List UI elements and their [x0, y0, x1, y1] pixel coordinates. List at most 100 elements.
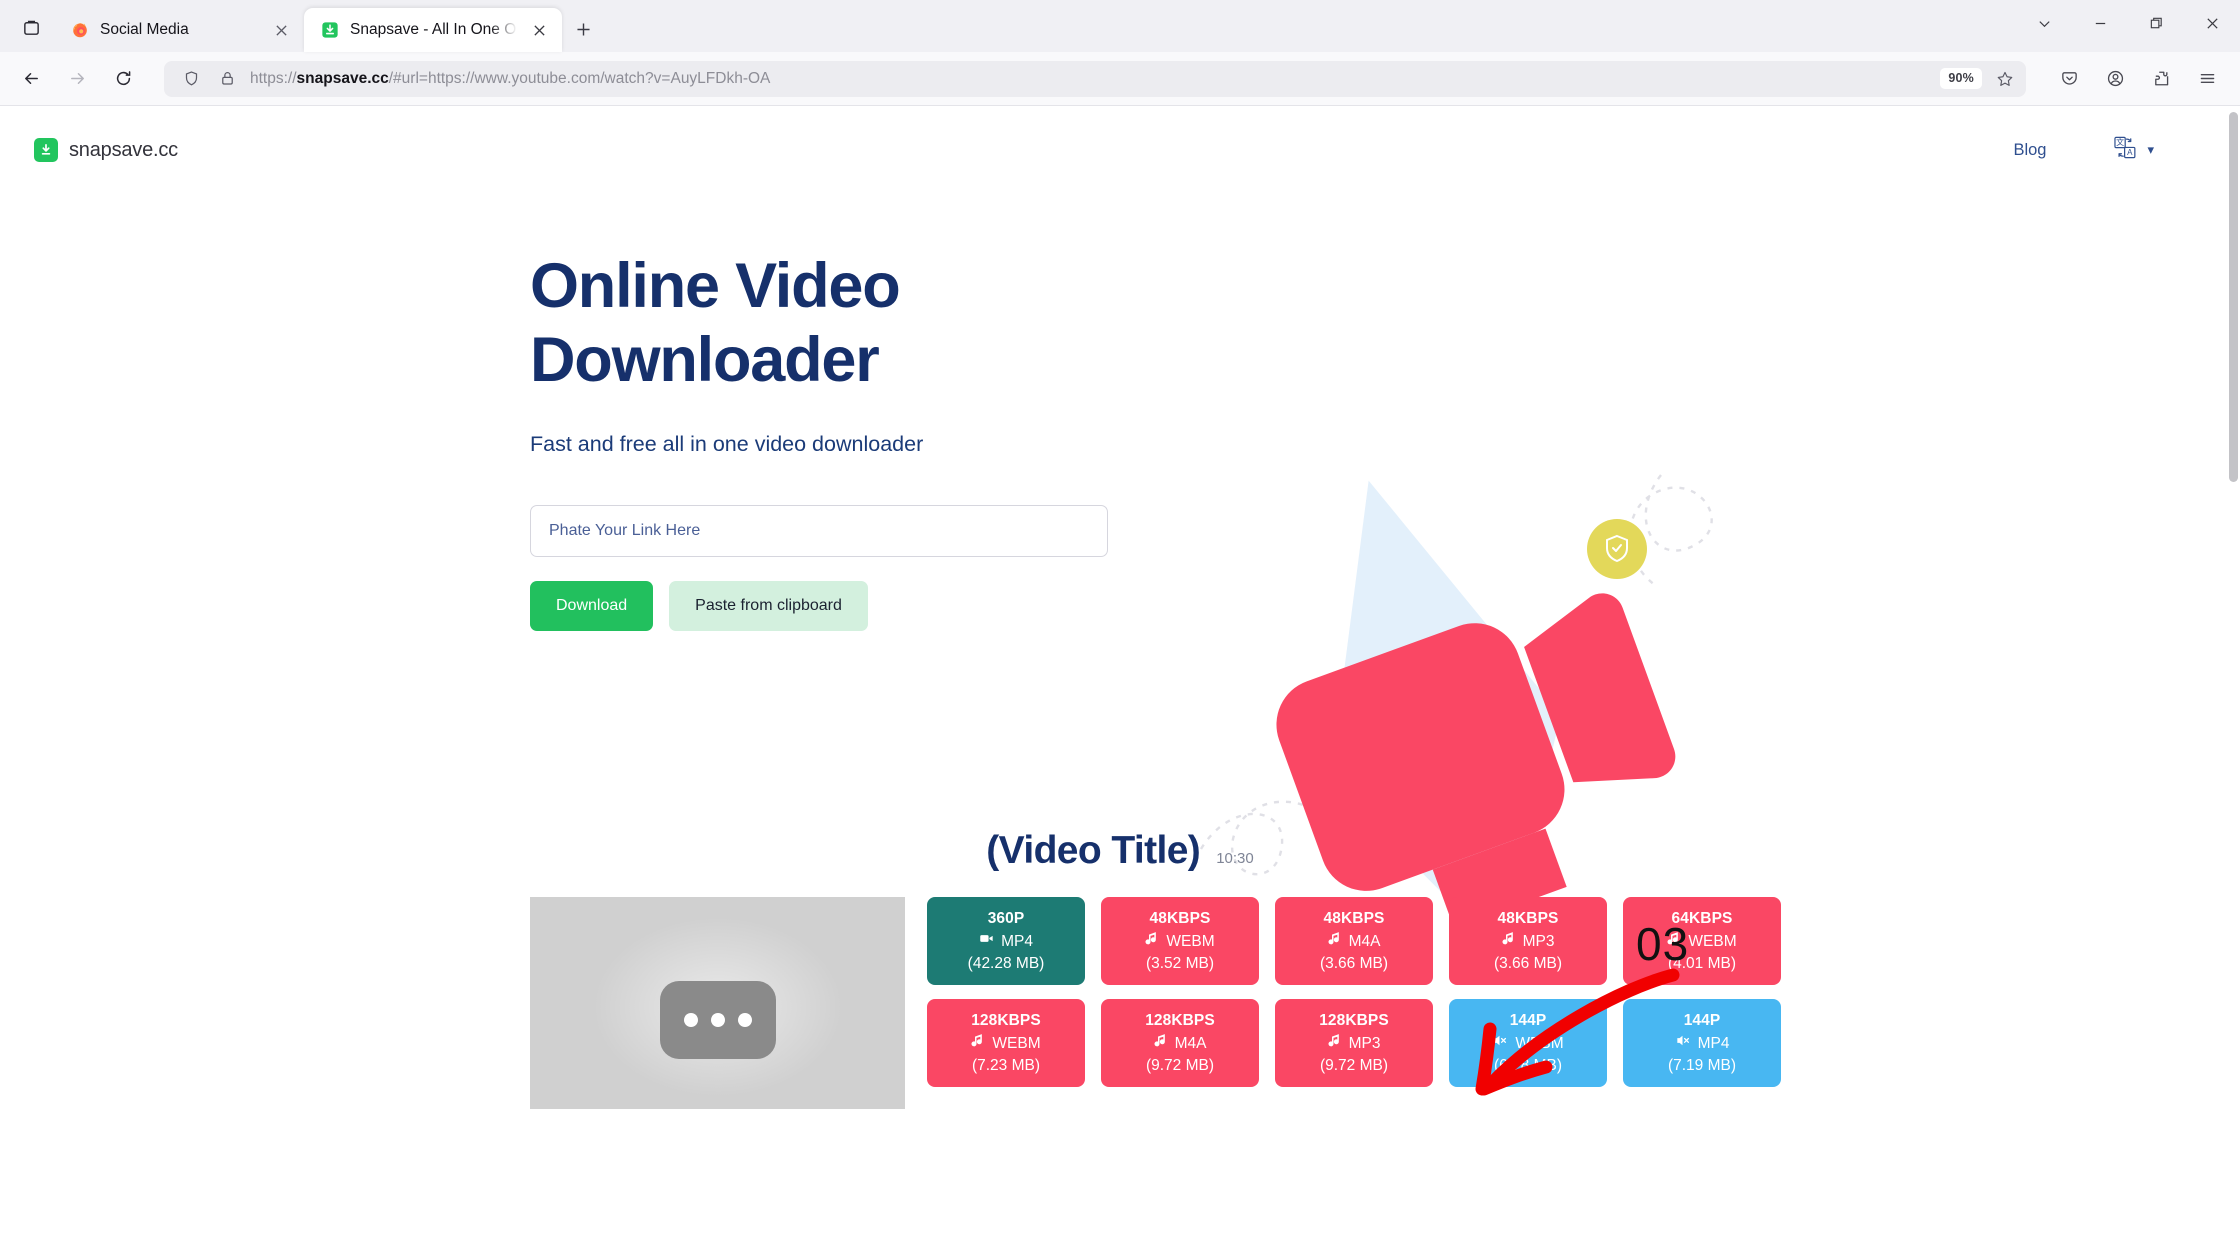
result-body: 360P MP4 (42.28 MB) 48KBPS WEBM (3.52 MB) 48KB… — [0, 897, 2240, 1109]
zoom-level-indicator[interactable]: 90% — [1940, 68, 1982, 89]
padlock-icon[interactable] — [214, 66, 240, 92]
format-type: MP3 — [1328, 1033, 1380, 1054]
video-duration: 10:30 — [1216, 850, 1254, 867]
format-button[interactable]: 144P MP4 (7.19 MB) — [1623, 999, 1781, 1087]
close-icon[interactable] — [2184, 0, 2240, 46]
music-note-icon — [1145, 931, 1159, 952]
site-header: snapsave.cc Blog 文 A ▾ — [0, 106, 2240, 194]
translate-icon: 文 A — [2112, 135, 2138, 166]
format-size: (6.78 MB) — [1493, 1057, 1563, 1075]
format-quality: 128KBPS — [971, 1011, 1041, 1029]
format-size: (7.19 MB) — [1667, 1057, 1737, 1075]
result-title-row: (Video Title) 10:30 — [0, 829, 2240, 873]
hero-actions: Download Paste from clipboard — [530, 580, 1170, 631]
annotation-step-number: 03 — [1636, 918, 1690, 970]
hero-title-line2: Downloader — [530, 325, 880, 396]
navigation-toolbar: https://snapsave.cc/#url=https://www.you… — [0, 52, 2240, 106]
format-size: (3.66 MB) — [1319, 955, 1389, 973]
minimize-icon[interactable] — [2072, 0, 2128, 46]
tab-snapsave[interactable]: Snapsave - All In One Online Video Downl… — [304, 8, 562, 52]
tab-list-icon[interactable] — [8, 4, 54, 50]
close-icon[interactable] — [270, 19, 292, 41]
video-title: (Video Title) — [986, 829, 1201, 872]
svg-text:文: 文 — [2117, 137, 2125, 147]
format-button[interactable]: 128KBPS M4A (9.72 MB) — [1101, 999, 1259, 1087]
tab-social-media[interactable]: Social Media — [54, 8, 304, 52]
format-type: MP3 — [1502, 931, 1554, 952]
format-quality: 144P — [1683, 1011, 1721, 1029]
format-button[interactable]: 144P WEBM (6.78 MB) — [1449, 999, 1607, 1087]
format-quality: 128KBPS — [1145, 1011, 1215, 1029]
toolbar-right-icons — [2040, 58, 2228, 100]
language-selector[interactable]: 文 A ▾ — [2112, 135, 2154, 166]
hero-subtitle: Fast and free all in one video downloade… — [530, 431, 924, 456]
page-scrollbar[interactable] — [2226, 106, 2240, 1260]
video-icon — [979, 931, 994, 952]
site-logo[interactable]: snapsave.cc — [34, 138, 178, 162]
snapsave-icon — [320, 21, 339, 40]
format-type: MP4 — [1675, 1033, 1729, 1054]
format-quality: 360P — [987, 909, 1025, 927]
url-text[interactable]: https://snapsave.cc/#url=https://www.you… — [250, 70, 1930, 88]
shield-icon[interactable] — [178, 66, 204, 92]
paste-from-clipboard-button[interactable]: Paste from clipboard — [669, 580, 868, 631]
format-type: M4A — [1154, 1033, 1206, 1054]
site-nav: Blog 文 A ▾ — [2013, 135, 2154, 166]
tab-title: Social Media — [100, 21, 189, 38]
tab-overview-icon[interactable] — [2016, 0, 2072, 46]
new-tab-button[interactable] — [562, 8, 604, 50]
url-bar[interactable]: https://snapsave.cc/#url=https://www.you… — [164, 60, 2026, 97]
music-note-icon — [971, 1033, 985, 1054]
star-icon[interactable] — [1992, 66, 2018, 92]
chevron-down-icon: ▾ — [2147, 142, 2154, 157]
format-size: (42.28 MB) — [967, 955, 1045, 973]
results-section: (Video Title) 10:30 360P MP4 (42.28 MB) 48K… — [0, 829, 2240, 1109]
format-type: WEBM — [1492, 1033, 1564, 1054]
format-button[interactable]: 128KBPS WEBM (7.23 MB) — [927, 999, 1085, 1087]
music-note-icon — [1328, 1033, 1342, 1054]
muted-speaker-icon — [1492, 1033, 1508, 1054]
format-type: WEBM — [1145, 931, 1215, 952]
format-quality: 128KBPS — [1319, 1011, 1389, 1029]
format-size: (9.72 MB) — [1319, 1057, 1389, 1075]
forward-arrow-icon[interactable] — [56, 58, 98, 100]
page-viewport: snapsave.cc Blog 文 A ▾ Online Video Down… — [0, 106, 2240, 1260]
pocket-save-icon[interactable] — [2048, 58, 2090, 100]
format-size: (3.66 MB) — [1493, 955, 1563, 973]
format-size: (9.72 MB) — [1145, 1057, 1215, 1075]
format-quality: 144P — [1509, 1011, 1547, 1029]
format-button[interactable]: 48KBPS M4A (3.66 MB) — [1275, 897, 1433, 985]
close-icon[interactable] — [528, 19, 550, 41]
music-note-icon — [1154, 1033, 1168, 1054]
download-button[interactable]: Download — [530, 580, 654, 631]
window-controls — [2016, 0, 2240, 46]
format-button[interactable]: 48KBPS MP3 (3.66 MB) — [1449, 897, 1607, 985]
reload-icon[interactable] — [102, 58, 144, 100]
account-icon[interactable] — [2094, 58, 2136, 100]
scrollbar-thumb[interactable] — [2229, 112, 2238, 482]
hero-copy: Online Video Downloader Fast and free al… — [530, 249, 1170, 631]
format-button[interactable]: 360P MP4 (42.28 MB) — [927, 897, 1085, 985]
format-size: (3.52 MB) — [1145, 955, 1215, 973]
format-button[interactable]: 128KBPS MP3 (9.72 MB) — [1275, 999, 1433, 1087]
back-arrow-icon[interactable] — [10, 58, 52, 100]
format-size: (7.23 MB) — [971, 1057, 1041, 1075]
format-button[interactable]: 48KBPS WEBM (3.52 MB) — [1101, 897, 1259, 985]
extensions-icon[interactable] — [2140, 58, 2182, 100]
maximize-icon[interactable] — [2128, 0, 2184, 46]
format-quality: 48KBPS — [1149, 909, 1211, 927]
hero-title-line1: Online Video — [530, 251, 901, 321]
video-thumbnail — [530, 897, 905, 1109]
format-type: WEBM — [971, 1033, 1041, 1054]
muted-speaker-icon — [1675, 1033, 1691, 1054]
app-menu-icon[interactable] — [2186, 58, 2228, 100]
video-url-input[interactable] — [530, 504, 1108, 557]
format-type: MP4 — [979, 931, 1033, 952]
nav-link-blog[interactable]: Blog — [2013, 141, 2046, 160]
firefox-icon — [70, 21, 89, 40]
music-note-icon — [1328, 931, 1342, 952]
format-quality: 48KBPS — [1323, 909, 1385, 927]
hero-section: Online Video Downloader Fast and free al… — [0, 194, 2240, 975]
tab-title: Snapsave - All In One Online Video Downl… — [350, 21, 517, 38]
music-note-icon — [1502, 931, 1516, 952]
